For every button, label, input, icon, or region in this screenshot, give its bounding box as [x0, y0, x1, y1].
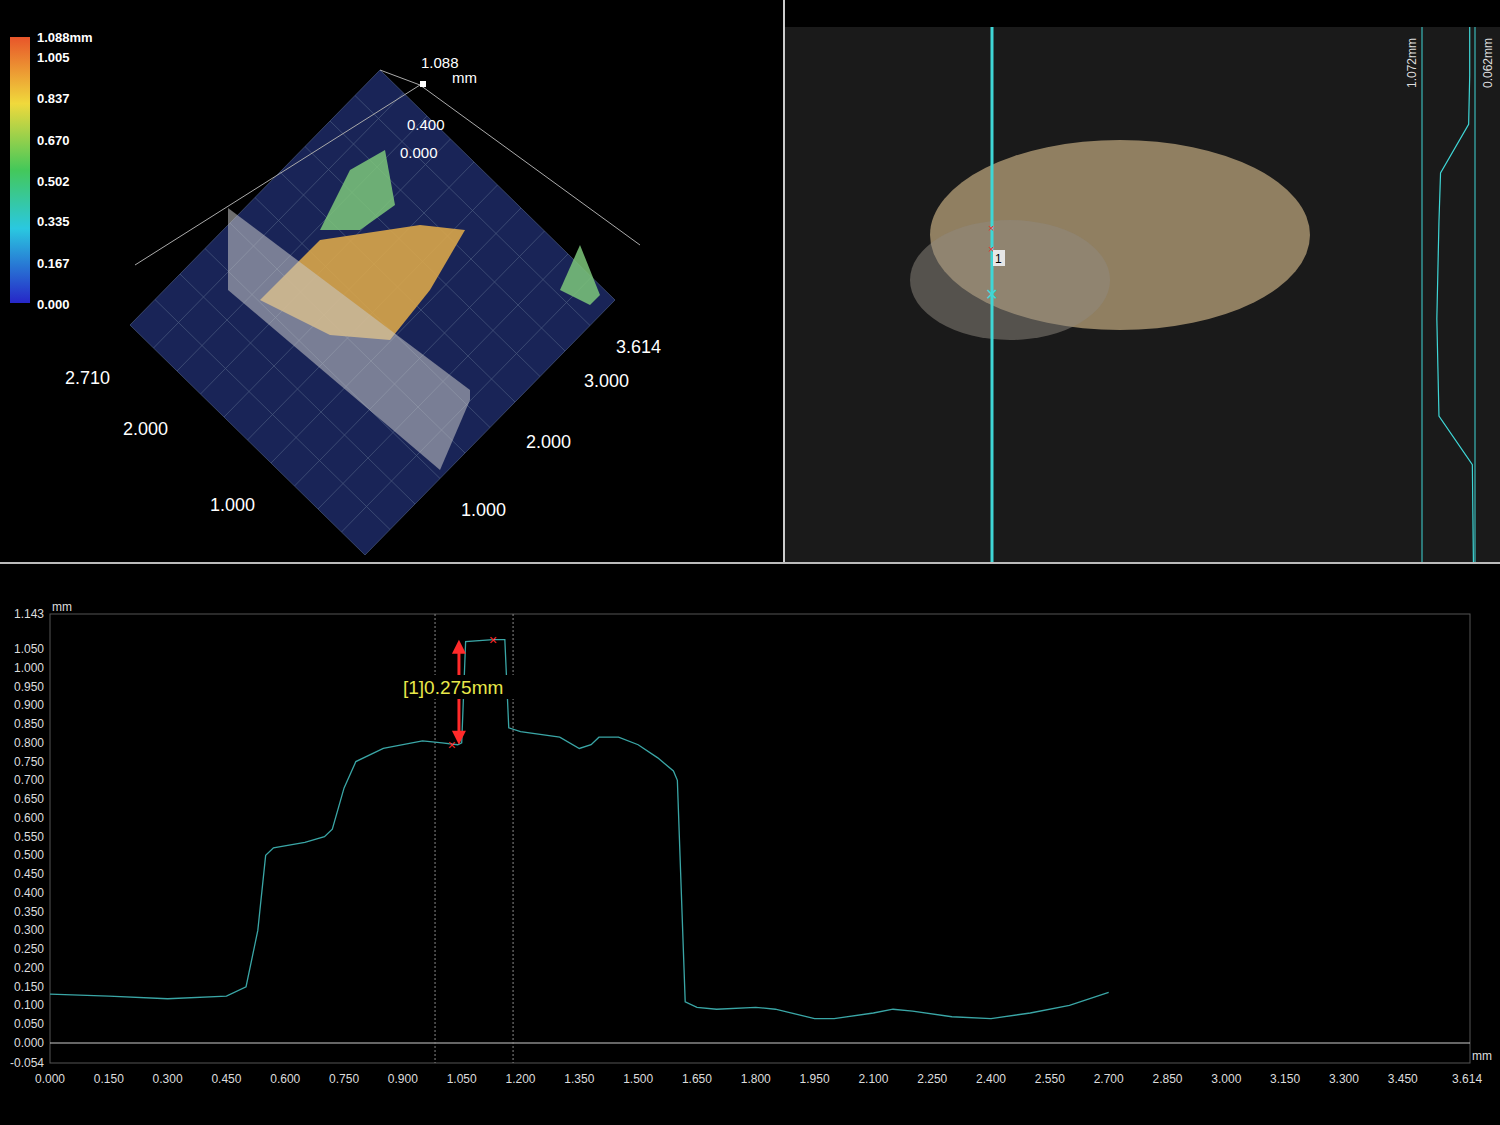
svg-text:0.000: 0.000 [37, 297, 70, 312]
svg-text:0.000: 0.000 [400, 144, 438, 161]
top-row: 1.088mm 1.005 0.837 0.670 0.502 0.335 0.167 0.0… [0, 0, 1500, 562]
svg-text:0.050: 0.050 [14, 1017, 44, 1031]
svg-text:2.710: 2.710 [65, 368, 110, 388]
view-3d-panel[interactable]: 1.088mm 1.005 0.837 0.670 0.502 0.335 0.167 0.0… [0, 0, 783, 562]
svg-text:3.450: 3.450 [1388, 1072, 1418, 1086]
svg-text:0.750: 0.750 [14, 755, 44, 769]
svg-text:0.167: 0.167 [37, 256, 70, 271]
svg-text:0.700: 0.700 [14, 773, 44, 787]
svg-text:2.000: 2.000 [123, 419, 168, 439]
svg-text:1.143: 1.143 [14, 607, 44, 621]
svg-text:0.450: 0.450 [211, 1072, 241, 1086]
svg-text:0.800: 0.800 [14, 736, 44, 750]
svg-text:0.900: 0.900 [388, 1072, 418, 1086]
surface-3d-view[interactable]: 1.088mm 1.005 0.837 0.670 0.502 0.335 0.167 0.0… [0, 0, 783, 562]
svg-text:3.300: 3.300 [1329, 1072, 1359, 1086]
svg-text:3.000: 3.000 [584, 371, 629, 391]
svg-text:-0.054: -0.054 [10, 1056, 44, 1070]
svg-text:2.250: 2.250 [917, 1072, 947, 1086]
svg-text:1.800: 1.800 [741, 1072, 771, 1086]
svg-text:1.650: 1.650 [682, 1072, 712, 1086]
svg-text:1.000: 1.000 [210, 495, 255, 515]
svg-text:0.502: 0.502 [37, 174, 70, 189]
svg-text:0.450: 0.450 [14, 867, 44, 881]
svg-text:0.750: 0.750 [329, 1072, 359, 1086]
svg-text:mm: mm [52, 600, 72, 614]
svg-text:0.250: 0.250 [14, 942, 44, 956]
svg-text:1.072mm: 1.072mm [1405, 38, 1419, 88]
svg-text:×: × [988, 222, 994, 234]
svg-text:2.100: 2.100 [858, 1072, 888, 1086]
svg-text:3.000: 3.000 [1211, 1072, 1241, 1086]
mini-profile [1437, 27, 1474, 562]
svg-text:mm: mm [452, 69, 477, 86]
marker-label: 1 [995, 252, 1002, 266]
svg-text:mm: mm [1472, 1049, 1492, 1063]
svg-text:2.000: 2.000 [526, 432, 571, 452]
profile-chart-panel[interactable]: mm mm -0.054 0.000 0.050 0.100 0.150 0.200 0.250… [0, 564, 1500, 1125]
svg-text:0.400: 0.400 [407, 116, 445, 133]
svg-text:0.000: 0.000 [35, 1072, 65, 1086]
svg-text:0.100: 0.100 [14, 998, 44, 1012]
colorbar [10, 37, 30, 303]
svg-text:✕: ✕ [985, 286, 998, 303]
measurement-label: [1]0.275mm [403, 677, 503, 698]
svg-text:3.614: 3.614 [1452, 1072, 1482, 1086]
svg-text:0.670: 0.670 [37, 133, 70, 148]
svg-text:2.400: 2.400 [976, 1072, 1006, 1086]
svg-text:0.350: 0.350 [14, 905, 44, 919]
svg-text:1.500: 1.500 [623, 1072, 653, 1086]
svg-text:1.088mm: 1.088mm [37, 30, 93, 45]
svg-text:0.335: 0.335 [37, 214, 70, 229]
svg-text:2.550: 2.550 [1035, 1072, 1065, 1086]
svg-text:×: × [448, 737, 456, 753]
image-view[interactable]: ××1✕1.072mm0.062mm [785, 0, 1500, 562]
svg-text:0.900: 0.900 [14, 698, 44, 712]
svg-text:1.000: 1.000 [14, 661, 44, 675]
svg-text:1.050: 1.050 [447, 1072, 477, 1086]
svg-text:0.150: 0.150 [94, 1072, 124, 1086]
app-window: 1.088mm 1.005 0.837 0.670 0.502 0.335 0.167 0.0… [0, 0, 1500, 1125]
profile-series [50, 640, 1109, 1019]
svg-text:1.350: 1.350 [564, 1072, 594, 1086]
svg-text:3.614: 3.614 [616, 337, 661, 357]
svg-text:0.600: 0.600 [14, 811, 44, 825]
svg-text:0.300: 0.300 [153, 1072, 183, 1086]
specimen-photo [785, 27, 1500, 562]
svg-text:0.600: 0.600 [270, 1072, 300, 1086]
svg-text:1.200: 1.200 [506, 1072, 536, 1086]
svg-text:2.850: 2.850 [1152, 1072, 1182, 1086]
svg-text:0.150: 0.150 [14, 980, 44, 994]
svg-text:×: × [489, 632, 497, 648]
image-view-panel[interactable]: ××1✕1.072mm0.062mm [785, 0, 1500, 562]
svg-text:3.150: 3.150 [1270, 1072, 1300, 1086]
svg-text:0.000: 0.000 [14, 1036, 44, 1050]
svg-text:0.950: 0.950 [14, 680, 44, 694]
svg-text:0.500: 0.500 [14, 848, 44, 862]
svg-text:0.300: 0.300 [14, 923, 44, 937]
svg-text:0.850: 0.850 [14, 717, 44, 731]
profile-chart[interactable]: mm mm -0.054 0.000 0.050 0.100 0.150 0.200 0.250… [0, 564, 1500, 1125]
svg-text:2.700: 2.700 [1094, 1072, 1124, 1086]
svg-text:0.837: 0.837 [37, 91, 70, 106]
svg-text:1.950: 1.950 [800, 1072, 830, 1086]
svg-text:0.062mm: 0.062mm [1481, 38, 1495, 88]
svg-text:0.200: 0.200 [14, 961, 44, 975]
svg-text:1.005: 1.005 [37, 50, 70, 65]
svg-text:0.550: 0.550 [14, 830, 44, 844]
svg-text:1.050: 1.050 [14, 642, 44, 656]
svg-text:0.650: 0.650 [14, 792, 44, 806]
svg-text:0.400: 0.400 [14, 886, 44, 900]
svg-text:1.000: 1.000 [461, 500, 506, 520]
